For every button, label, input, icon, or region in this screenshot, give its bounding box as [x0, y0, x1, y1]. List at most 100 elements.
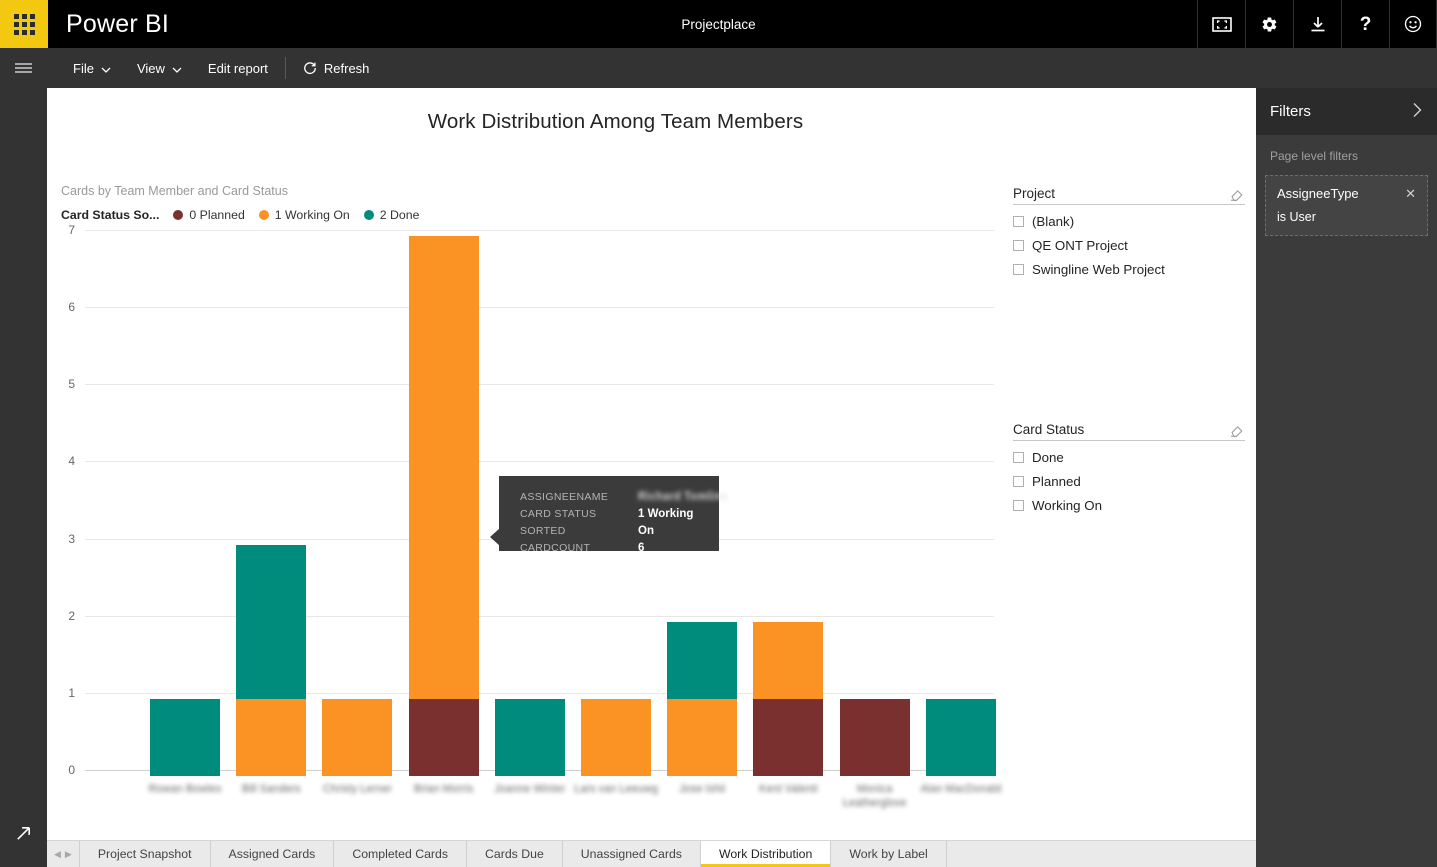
x-axis-label: Alan MacDonald	[915, 782, 1007, 796]
chevron-right-icon[interactable]: ▶	[65, 849, 72, 859]
left-nav-rail	[0, 48, 47, 867]
download-icon[interactable]	[1293, 0, 1341, 48]
legend-swatch-done	[363, 210, 374, 220]
tab-work-by-label[interactable]: Work by Label	[831, 841, 947, 867]
page-tab-bar: ◀ ▶ Project Snapshot Assigned Cards Comple…	[47, 840, 1256, 867]
refresh-button[interactable]: Refresh	[290, 48, 383, 88]
slicer-project[interactable]: Project (Blank) QE ONT Project Swingline…	[1013, 186, 1245, 277]
gear-icon[interactable]	[1245, 0, 1293, 48]
bar-segment-1-working-on[interactable]	[322, 698, 393, 776]
top-bar-actions: ?	[1197, 0, 1437, 48]
slicer-card-status-label-done: Done	[1032, 450, 1064, 465]
y-axis-tick-label: 4	[68, 454, 75, 469]
bar-segment-0-planned[interactable]	[839, 698, 910, 776]
tooltip-value-card-status-sorted: 1 Working On	[638, 508, 694, 537]
checkbox-icon[interactable]	[1013, 240, 1024, 251]
brand-title[interactable]: Power BI	[66, 10, 169, 39]
bar-group[interactable]	[322, 236, 393, 776]
checkbox-icon[interactable]	[1013, 476, 1024, 487]
bar-segment-1-working-on[interactable]	[236, 698, 307, 776]
x-axis-label-text: Joanne Winter	[494, 783, 566, 795]
slicer-card-status-item-done[interactable]: Done	[1013, 450, 1245, 465]
eraser-icon[interactable]	[1230, 422, 1245, 438]
legend-item-done[interactable]: 2 Done	[363, 208, 419, 222]
bar-segment-2-done[interactable]	[236, 544, 307, 699]
x-axis-label: Rowan Bowles	[139, 782, 231, 796]
filters-pane-title: Filters	[1270, 103, 1311, 120]
bar-group[interactable]	[150, 236, 220, 776]
x-axis-label-text: Rowan Bowles	[148, 783, 222, 795]
bar-segment-0-planned[interactable]	[408, 698, 479, 776]
bar-group[interactable]	[408, 236, 479, 776]
x-axis-label: Kent Valenti	[742, 782, 834, 796]
bar-segment-1-working-on[interactable]	[753, 621, 824, 699]
menu-file[interactable]: File	[60, 48, 124, 88]
legend-label-planned: 0 Planned	[189, 208, 245, 222]
slicer-project-label-swingline-web-project: Swingline Web Project	[1032, 262, 1165, 277]
bar-segment-0-planned[interactable]	[753, 698, 824, 776]
tab-unassigned-cards[interactable]: Unassigned Cards	[563, 841, 701, 867]
expand-arrow-icon[interactable]	[0, 815, 47, 851]
checkbox-icon[interactable]	[1013, 216, 1024, 227]
tab-assigned-cards[interactable]: Assigned Cards	[211, 841, 335, 867]
bar-group[interactable]	[753, 236, 824, 776]
bar-segment-2-done[interactable]	[925, 698, 996, 776]
legend-item-planned[interactable]: 0 Planned	[173, 208, 245, 222]
chevron-right-icon[interactable]	[1412, 102, 1423, 121]
x-axis-label-text: Monica Leatherglove	[842, 783, 907, 809]
bar-group[interactable]	[236, 236, 307, 776]
tooltip-key-assigneename: AssigneeName	[520, 491, 609, 503]
top-bar: Power BI Projectplace ?	[0, 0, 1437, 48]
slicer-card-status-title: Card Status	[1013, 422, 1085, 437]
chart-legend: Card Status So... 0 Planned 1 Working On…	[61, 208, 433, 222]
tab-work-distribution[interactable]: Work Distribution	[700, 841, 832, 867]
bar-segment-1-working-on[interactable]	[667, 698, 738, 776]
tab-nav-arrows[interactable]: ◀ ▶	[47, 841, 80, 867]
checkbox-icon[interactable]	[1013, 452, 1024, 463]
tab-cards-due[interactable]: Cards Due	[467, 841, 563, 867]
checkbox-icon[interactable]	[1013, 500, 1024, 511]
tab-completed-cards[interactable]: Completed Cards	[334, 841, 467, 867]
slicer-project-item-swingline-web-project[interactable]: Swingline Web Project	[1013, 262, 1245, 277]
chevron-left-icon[interactable]: ◀	[54, 849, 61, 859]
tooltip-value-cardcount: 6	[638, 542, 645, 554]
bar-group[interactable]	[925, 236, 996, 776]
slicer-project-item-blank[interactable]: (Blank)	[1013, 214, 1245, 229]
help-icon[interactable]: ?	[1341, 0, 1389, 48]
slicer-card-status-item-planned[interactable]: Planned	[1013, 474, 1245, 489]
slicer-project-item-qe-ont-project[interactable]: QE ONT Project	[1013, 238, 1245, 253]
smiley-icon[interactable]	[1389, 0, 1437, 48]
bar-segment-2-done[interactable]	[150, 698, 220, 776]
app-launcher-icon[interactable]	[0, 0, 48, 48]
tab-project-snapshot[interactable]: Project Snapshot	[80, 841, 211, 867]
legend-item-working-on[interactable]: 1 Working On	[258, 208, 350, 222]
bar-segment-1-working-on[interactable]	[408, 236, 479, 699]
page-tabs: Project Snapshot Assigned Cards Completed …	[80, 841, 1256, 867]
menu-view[interactable]: View	[124, 48, 195, 88]
bar-group[interactable]	[839, 236, 910, 776]
filter-card-assigneetype[interactable]: AssigneeType ✕ is User	[1265, 175, 1428, 236]
tooltip-value-assigneename: Richard Tomlins	[638, 491, 728, 503]
help-glyph: ?	[1359, 13, 1372, 35]
x-axis-label-text: Kent Valenti	[759, 783, 818, 795]
close-icon[interactable]: ✕	[1405, 187, 1416, 200]
x-axis-label: Joanne Winter	[484, 782, 576, 796]
visual-subtitle: Cards by Team Member and Card Status	[61, 184, 288, 198]
slicer-card-status-item-working-on[interactable]: Working On	[1013, 498, 1245, 513]
fullscreen-icon[interactable]	[1197, 0, 1245, 48]
bar-segment-2-done[interactable]	[494, 698, 565, 776]
x-axis-label-text: Bill Sanders	[241, 783, 301, 795]
y-axis-tick-label: 7	[68, 223, 75, 237]
bar-segment-2-done[interactable]	[667, 621, 738, 699]
chevron-down-icon	[172, 61, 182, 76]
edit-report-label: Edit report	[207, 60, 268, 76]
tooltip-key-cardcount: CardCount	[520, 542, 591, 554]
eraser-icon[interactable]	[1230, 186, 1245, 202]
y-axis-tick-label: 3	[68, 531, 75, 546]
bar-segment-1-working-on[interactable]	[581, 698, 651, 776]
edit-report-button[interactable]: Edit report	[195, 48, 281, 88]
tooltip-key-card-status-sorted: Card Status Sorted	[520, 508, 597, 537]
slicer-card-status[interactable]: Card Status Done Planned Working On	[1013, 422, 1245, 513]
checkbox-icon[interactable]	[1013, 264, 1024, 275]
hamburger-menu-icon[interactable]	[0, 48, 47, 88]
